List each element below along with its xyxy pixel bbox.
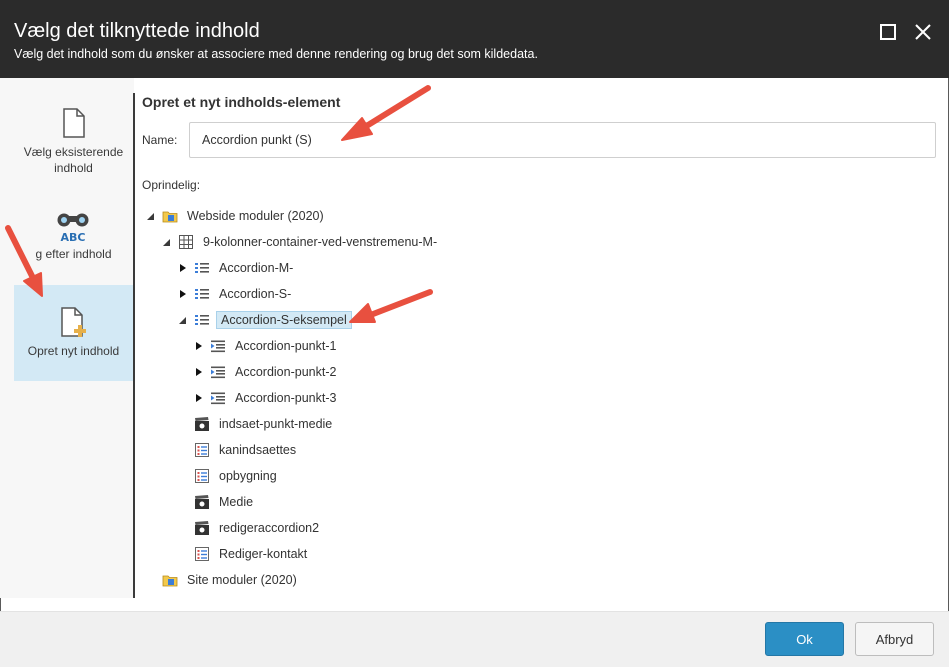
form-icon [195, 443, 209, 457]
name-input[interactable] [189, 122, 936, 158]
expand-toggle[interactable] [194, 393, 204, 403]
expand-toggle[interactable] [178, 289, 188, 299]
name-label: Name: [142, 133, 178, 147]
maximize-icon [880, 24, 896, 40]
indent-list-icon [211, 340, 225, 353]
tree-node[interactable]: kanindsaettes [194, 439, 299, 461]
collapse-toggle[interactable] [178, 315, 188, 325]
tree-node-label: kanindsaettes [219, 443, 297, 457]
tree-node[interactable]: indsaet-punkt-medie [194, 413, 335, 435]
collapse-toggle[interactable] [162, 237, 172, 247]
tree-node[interactable]: Medie [194, 491, 256, 513]
tree-node-label: Accordion-S-eksempel [216, 311, 352, 329]
tree-node-label: Webside moduler (2020) [187, 209, 324, 223]
collapse-toggle[interactable] [146, 211, 156, 221]
sidebar-item-label: Vælg eksisterende [23, 145, 124, 159]
expand-toggle[interactable] [178, 263, 188, 273]
tree-node[interactable]: Accordion-punkt-3 [194, 387, 339, 409]
tree-node-label: Site moduler (2020) [187, 573, 297, 587]
new-document-icon [61, 307, 86, 337]
tree-node[interactable]: Webside moduler (2020) [146, 205, 327, 227]
tree-node[interactable]: opbygning [194, 465, 280, 487]
dialog-footer: Ok Afbryd [0, 611, 949, 667]
sidebar-item-search[interactable]: ABC g efter indhold [14, 190, 133, 286]
sidebar-item-label: indhold [54, 161, 93, 175]
clapper-icon [195, 417, 209, 431]
indent-list-icon [211, 366, 225, 379]
tree-node[interactable]: Accordion-M- [178, 257, 296, 279]
tree-node-label: Accordion-M- [219, 261, 294, 275]
tree-node-label: indsaet-punkt-medie [219, 417, 333, 431]
close-icon [915, 24, 931, 40]
expand-toggle[interactable] [194, 341, 204, 351]
dialog-subtitle: Vælg det indhold som du ønsker at associ… [14, 47, 538, 61]
svg-text:ABC: ABC [61, 231, 86, 244]
tree-node-selected[interactable]: Accordion-S-eksempel [178, 309, 352, 331]
grid-icon [179, 235, 193, 249]
tree-node[interactable]: redigeraccordion2 [194, 517, 322, 539]
tree-node[interactable]: Site moduler (2020) [162, 569, 300, 591]
folder-icon [162, 575, 178, 587]
dialog-title: Vælg det tilknyttede indhold [14, 20, 260, 42]
list-icon [195, 289, 209, 299]
dialog-header: Vælg det tilknyttede indhold Vælg det in… [0, 0, 949, 78]
clapper-icon [195, 495, 209, 509]
tree-node[interactable]: Accordion-punkt-1 [194, 335, 339, 357]
expand-toggle[interactable] [194, 367, 204, 377]
tree-node-label: Accordion-punkt-3 [235, 391, 337, 405]
tree-node-label: Accordion-punkt-1 [235, 339, 337, 353]
maximize-button[interactable] [876, 20, 900, 44]
sidebar-item-label: Opret nyt indhold [27, 344, 120, 358]
tree-node[interactable]: Accordion-punkt-2 [194, 361, 339, 383]
tree-node[interactable]: Rediger-kontakt [194, 543, 310, 565]
tree-node-label: Medie [219, 495, 254, 509]
section-title: Opret et nyt indholds-element [142, 94, 341, 110]
tree-node-label: opbygning [219, 469, 277, 483]
tree-node-label: Accordion-punkt-2 [235, 365, 337, 379]
clapper-icon [195, 521, 209, 535]
sidebar-item-label: g efter indhold [35, 247, 112, 261]
sidebar-item-select-existing[interactable]: Vælg eksisterende indhold [14, 96, 133, 192]
tree-node[interactable]: Accordion-S- [178, 283, 294, 305]
form-icon [195, 469, 209, 483]
tree-node-label: Accordion-S- [219, 287, 292, 301]
form-icon [195, 547, 209, 561]
sidebar-item-create-new[interactable]: Opret nyt indhold [14, 285, 133, 381]
panel-divider [133, 93, 135, 598]
folder-icon [162, 211, 178, 223]
origin-label: Oprindelig: [142, 178, 201, 192]
binoculars-abc-icon: ABC [57, 213, 89, 244]
tree-node-label: Rediger-kontakt [219, 547, 308, 561]
list-icon [195, 315, 209, 325]
indent-list-icon [211, 392, 225, 405]
tree-node-label: 9-kolonner-container-ved-venstremenu-M- [203, 235, 438, 249]
cancel-button[interactable]: Afbryd [855, 622, 934, 656]
list-icon [195, 263, 209, 273]
ok-button[interactable]: Ok [765, 622, 844, 656]
tree-node-label: redigeraccordion2 [219, 521, 320, 535]
tree-node[interactable]: 9-kolonner-container-ved-venstremenu-M- [162, 231, 440, 253]
close-button[interactable] [911, 20, 935, 44]
document-icon [63, 108, 85, 138]
